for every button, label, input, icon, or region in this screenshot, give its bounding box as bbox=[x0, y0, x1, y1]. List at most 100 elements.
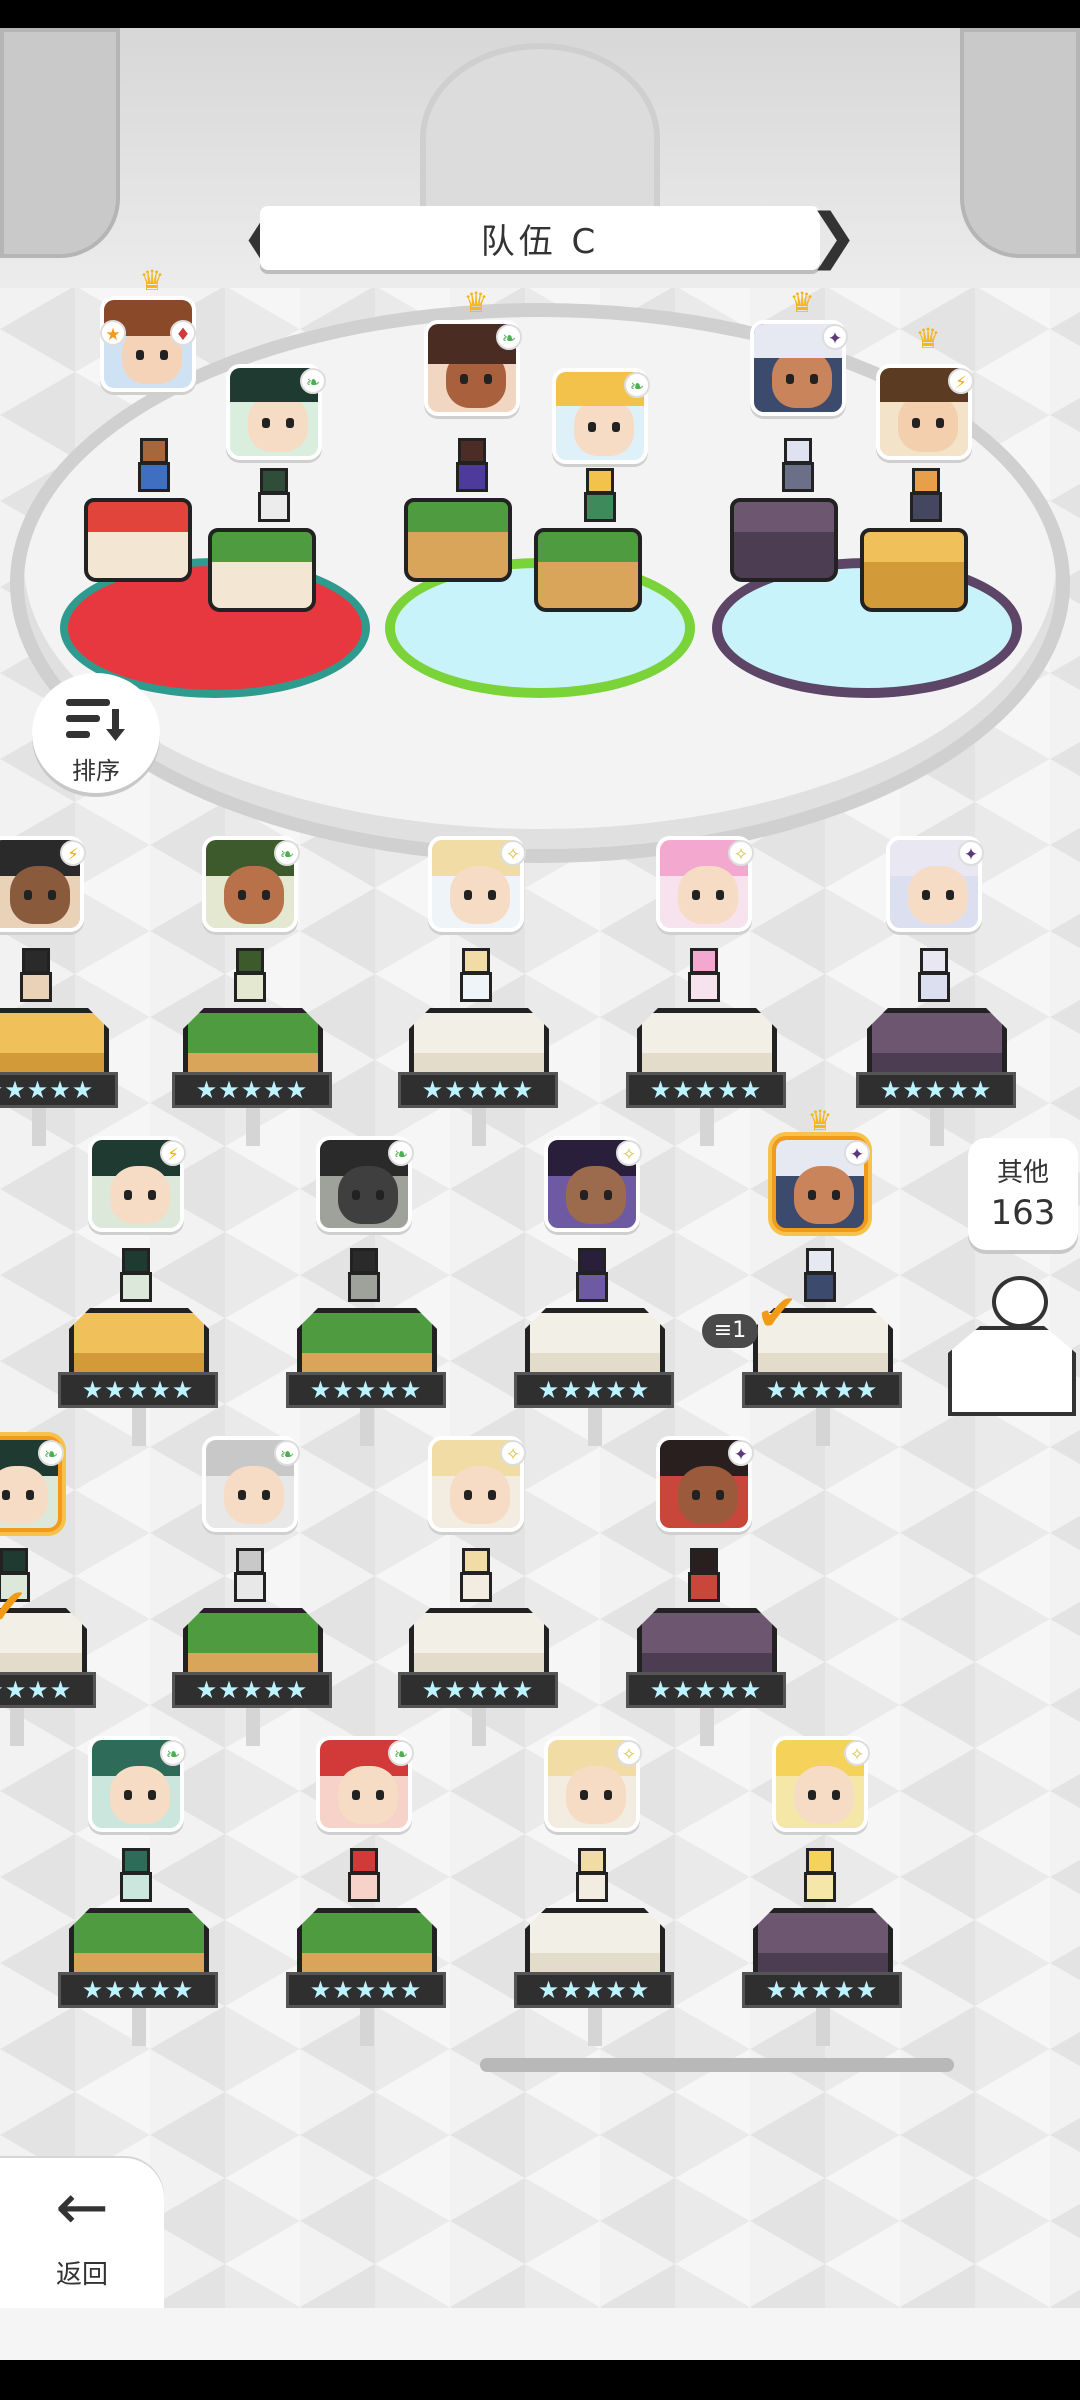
hero-pedestal bbox=[404, 1608, 554, 1728]
light-element-icon: ✧ bbox=[500, 840, 526, 866]
dark-element-icon: ✦ bbox=[728, 1440, 754, 1466]
navigation-strip bbox=[0, 2308, 1080, 2360]
star-rating: ★★★★★ bbox=[398, 1672, 558, 1708]
team-next-button[interactable]: ❯ bbox=[808, 206, 858, 270]
hero-sprite bbox=[454, 1548, 498, 1608]
star-rating: ★★★★★ bbox=[172, 1672, 332, 1708]
arena-pillar-right bbox=[960, 28, 1080, 258]
sort-button-label: 排序 bbox=[72, 757, 120, 785]
crown-icon: ♛ bbox=[463, 286, 489, 319]
hero-pedestal bbox=[632, 1608, 782, 1728]
hero-sprite bbox=[776, 438, 820, 498]
selected-check-icon: ✔ bbox=[0, 1578, 28, 1636]
sort-button[interactable]: 排序 bbox=[32, 673, 160, 793]
hero-pedestal bbox=[632, 1008, 782, 1128]
hero-sprite bbox=[132, 438, 176, 498]
hero-sprite bbox=[454, 948, 498, 1008]
back-button-label: 返回 bbox=[55, 2260, 108, 2290]
hero-pedestal bbox=[64, 1908, 214, 2028]
layers-icon: ≡ bbox=[713, 1318, 733, 1343]
hero-sprite bbox=[228, 1548, 272, 1608]
star-rating: ★★★★★ bbox=[742, 1972, 902, 2008]
team-block-green bbox=[534, 528, 642, 618]
hero-sprite bbox=[798, 1848, 842, 1908]
arena-emblem bbox=[420, 43, 660, 233]
hero-sprite bbox=[114, 1848, 158, 1908]
light-element-icon: ✧ bbox=[500, 1440, 526, 1466]
light-element-icon: ✧ bbox=[616, 1740, 642, 1766]
horizontal-scrollbar[interactable] bbox=[480, 2058, 954, 2072]
leaf-element-icon: ❧ bbox=[274, 840, 300, 866]
hero-pedestal bbox=[0, 1008, 114, 1128]
crown-icon: ♛ bbox=[139, 264, 165, 297]
hero-pedestal bbox=[748, 1908, 898, 2028]
electric-element-icon: ⚡ bbox=[160, 1140, 186, 1166]
leaf-element-icon: ❧ bbox=[274, 1440, 300, 1466]
selected-check-icon: ✔ bbox=[756, 1284, 798, 1342]
hero-pedestal bbox=[64, 1308, 214, 1428]
star-rating: ★★★★★ bbox=[398, 1072, 558, 1108]
electric-element-icon: ⚡ bbox=[948, 368, 974, 394]
hero-pedestal bbox=[178, 1008, 328, 1128]
hero-sprite bbox=[342, 1848, 386, 1908]
team-block-red bbox=[84, 498, 192, 588]
hero-sprite bbox=[904, 468, 948, 528]
back-arrow-icon: ← bbox=[55, 2171, 109, 2245]
electric-element-icon: ⚡ bbox=[60, 840, 86, 866]
dark-element-icon: ✦ bbox=[844, 1140, 870, 1166]
star-rating: ★★★★★ bbox=[58, 1972, 218, 2008]
system-navigation-bar bbox=[0, 2360, 1080, 2400]
hero-pedestal bbox=[862, 1008, 1012, 1128]
team-count-badge: ≡1 bbox=[702, 1314, 758, 1348]
leaf-element-icon: ❧ bbox=[388, 1740, 414, 1766]
star-rating: ★★★★★ bbox=[742, 1372, 902, 1408]
hero-sprite bbox=[114, 1248, 158, 1308]
hero-sprite bbox=[14, 948, 58, 1008]
other-heroes-button[interactable]: 其他 163 bbox=[968, 1138, 1078, 1250]
other-heroes-count: 163 bbox=[990, 1193, 1056, 1233]
hero-sprite bbox=[578, 468, 622, 528]
hero-pedestal bbox=[404, 1008, 554, 1128]
dark-element-icon: ✦ bbox=[958, 840, 984, 866]
leaf-element-icon: ❧ bbox=[388, 1140, 414, 1166]
hero-sprite bbox=[570, 1848, 614, 1908]
leaf-element-icon: ❧ bbox=[160, 1740, 186, 1766]
star-rating: ★★★★★ bbox=[172, 1072, 332, 1108]
hero-sprite bbox=[682, 1548, 726, 1608]
hero-sprite bbox=[682, 948, 726, 1008]
arena-pillar-left bbox=[0, 28, 120, 258]
star-rating: ★★★★★ bbox=[286, 1372, 446, 1408]
star-rating: ★★★★★ bbox=[58, 1372, 218, 1408]
leaf-element-icon: ❧ bbox=[624, 372, 650, 398]
crown-icon: ♛ bbox=[915, 322, 941, 355]
other-heroes-label: 其他 bbox=[996, 1158, 1049, 1188]
hero-sprite bbox=[228, 948, 272, 1008]
hero-pedestal bbox=[520, 1308, 670, 1428]
team-block-green bbox=[208, 528, 316, 618]
light-element-icon: ✧ bbox=[728, 840, 754, 866]
team-block-gold bbox=[860, 528, 968, 618]
leaf-element-icon: ❧ bbox=[496, 324, 522, 350]
star-rating: ★★★★★ bbox=[0, 1072, 118, 1108]
hero-sprite bbox=[450, 438, 494, 498]
team-block-purple bbox=[730, 498, 838, 588]
star-rating: ★★★★★ bbox=[514, 1372, 674, 1408]
star-rating: ★★★★★ bbox=[0, 1672, 96, 1708]
hero-pedestal bbox=[178, 1608, 328, 1728]
back-button[interactable]: ← 返回 bbox=[0, 2158, 164, 2308]
star-rating: ★★★★★ bbox=[626, 1672, 786, 1708]
empty-slot-placeholder[interactable] bbox=[948, 1276, 1076, 1426]
star-rating: ★★★★★ bbox=[286, 1972, 446, 2008]
crown-icon: ♛ bbox=[789, 286, 815, 319]
star-rating: ★★★★★ bbox=[626, 1072, 786, 1108]
dark-element-icon: ✦ bbox=[822, 324, 848, 350]
star-rating: ★★★★★ bbox=[856, 1072, 1016, 1108]
leaf-element-icon: ❧ bbox=[38, 1440, 64, 1466]
hero-sprite bbox=[798, 1248, 842, 1308]
team-block-green bbox=[404, 498, 512, 588]
team-title: 队伍 C bbox=[260, 206, 820, 270]
hero-sprite bbox=[570, 1248, 614, 1308]
hero-pedestal bbox=[292, 1908, 442, 2028]
hero-sprite bbox=[252, 468, 296, 528]
sort-icon bbox=[66, 699, 125, 741]
